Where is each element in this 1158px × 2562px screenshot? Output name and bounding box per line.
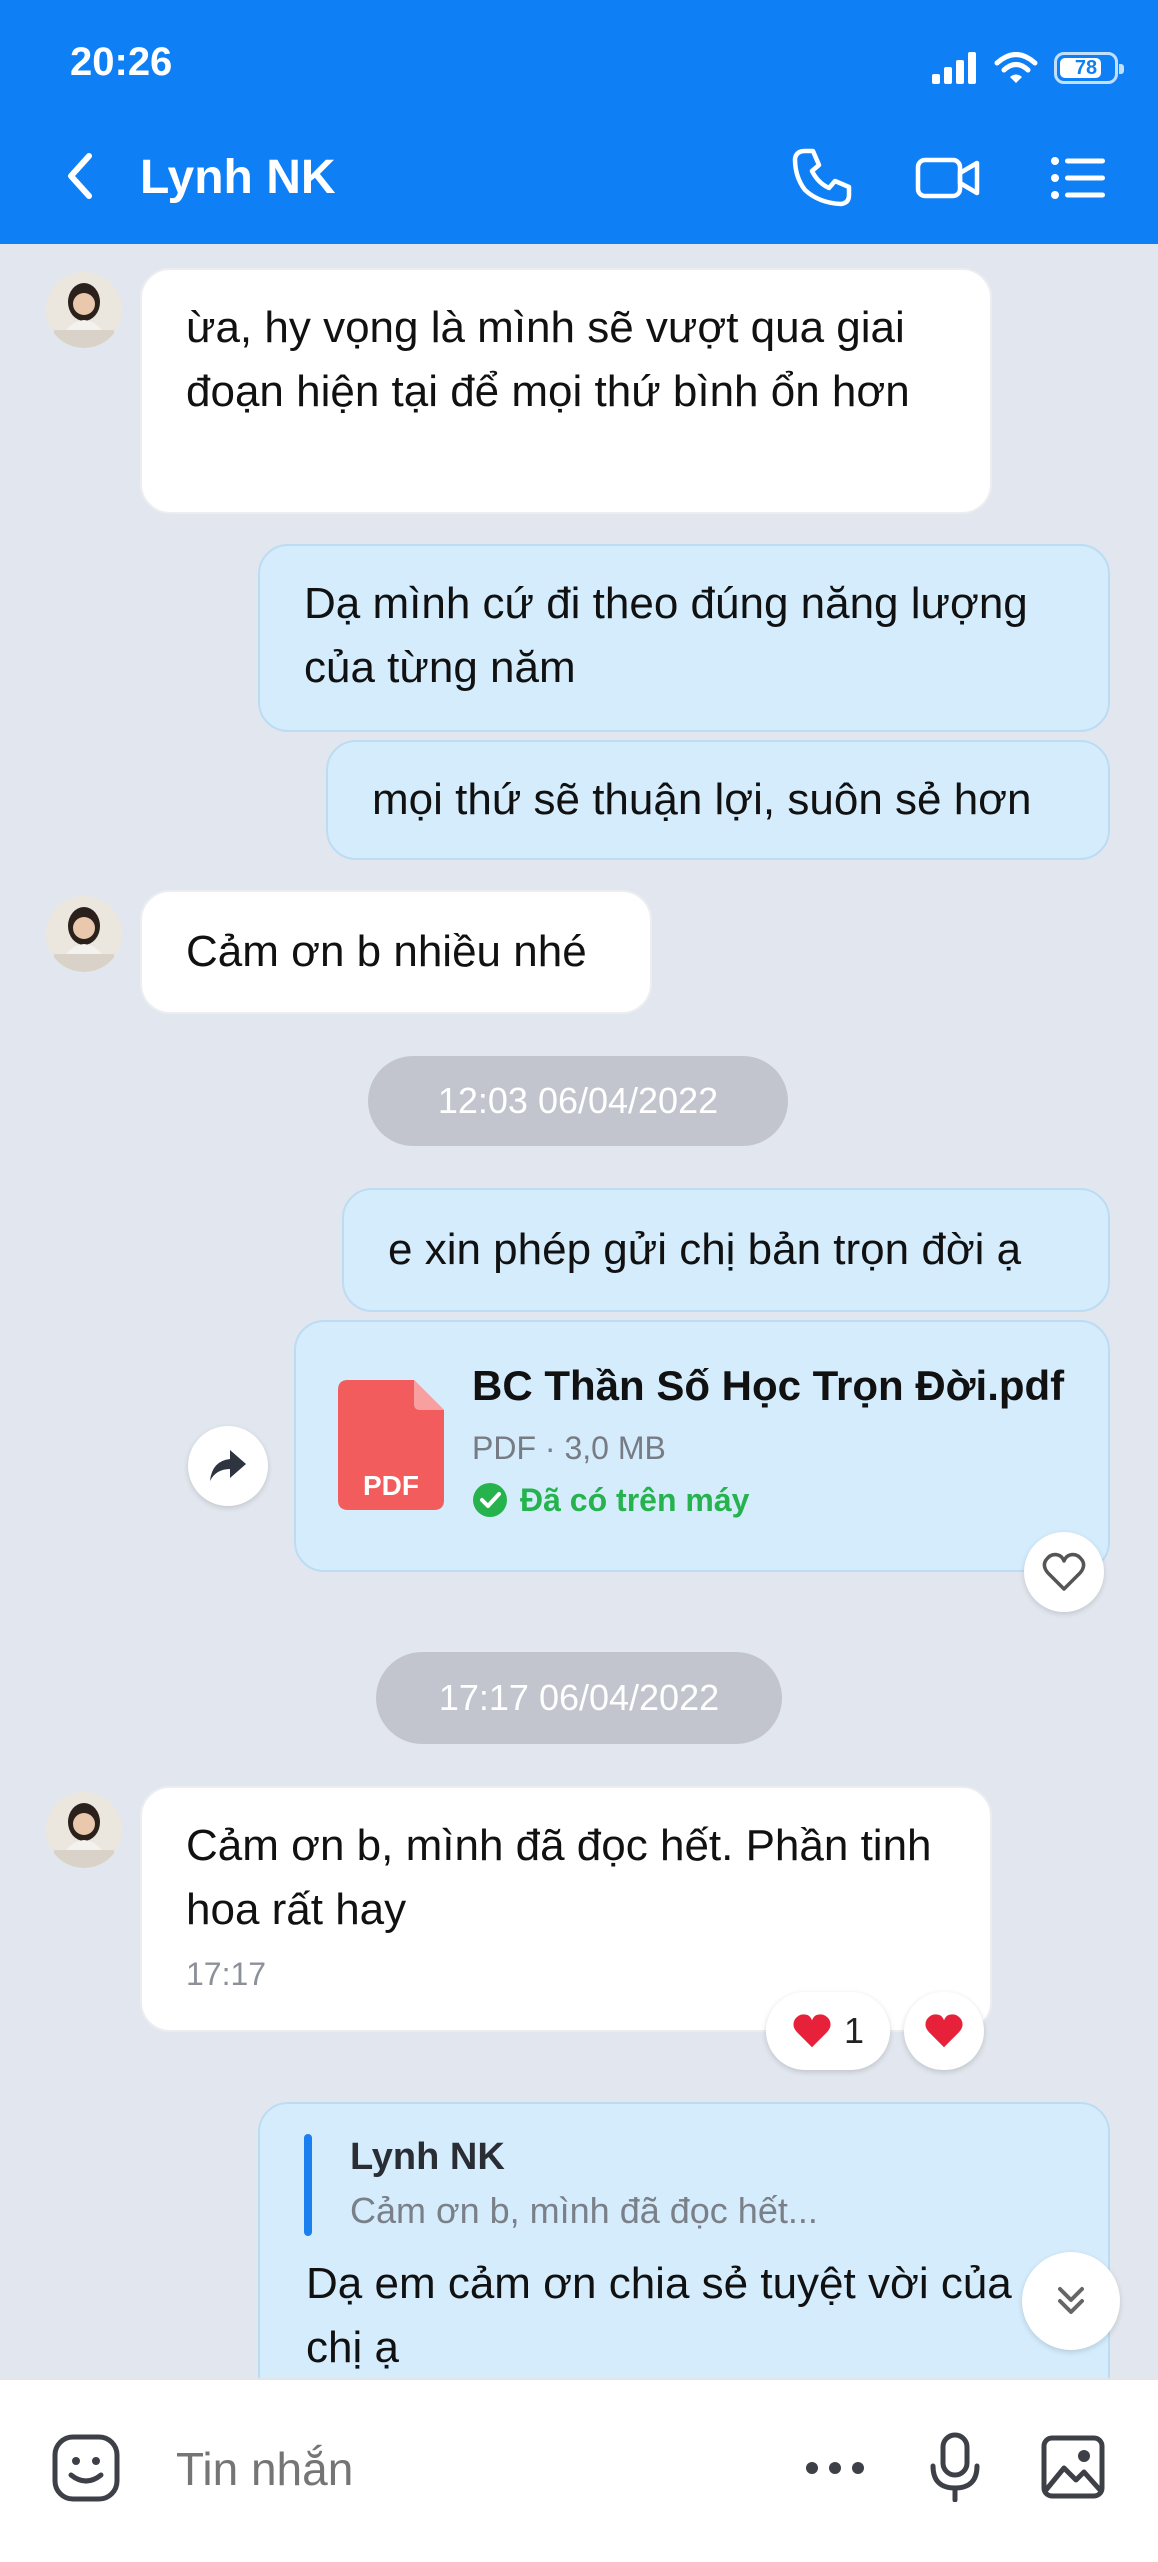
- video-call-button[interactable]: [912, 142, 984, 214]
- phone-icon: [792, 148, 852, 207]
- wifi-icon: [994, 52, 1038, 83]
- signal-icon: [932, 52, 976, 84]
- quote-author: Lynh NK: [350, 2136, 505, 2178]
- message-text: Dạ mình cứ đi theo đúng năng lượng của t…: [304, 579, 1028, 692]
- double-chevron-down-icon: [1058, 2287, 1084, 2314]
- file-status-text: Đã có trên máy: [520, 1482, 750, 1518]
- timestamp-text: 17:17 06/04/2022: [438, 1677, 720, 1718]
- chat-header: 20:26 78 Lynh NK: [0, 0, 1158, 244]
- message-text: Cảm ơn b nhiều nhé: [186, 927, 587, 976]
- scroll-to-bottom-button[interactable]: [1022, 2252, 1120, 2350]
- reaction-summary[interactable]: 1: [766, 1992, 890, 2070]
- timestamp-pill: 17:17 06/04/2022: [376, 1652, 782, 1744]
- file-download-status: Đã có trên máy: [472, 1478, 749, 1522]
- back-icon: [68, 153, 92, 199]
- more-button[interactable]: [790, 2430, 880, 2506]
- voice-message-button[interactable]: [912, 2424, 998, 2510]
- reaction-count: 1: [843, 2010, 865, 2051]
- file-name[interactable]: BC Thần Số Học Trọn Đời.pdf: [472, 1358, 1064, 1414]
- share-arrow-icon: [210, 1450, 246, 1481]
- react-button[interactable]: [1024, 1532, 1104, 1612]
- avatar-photo: [46, 1792, 122, 1868]
- sticker-icon: [52, 2434, 120, 2502]
- message-time: 17:17: [186, 1956, 267, 1992]
- message-text: Dạ em cảm ơn chia sẻ tuyệt vời của chị ạ: [306, 2259, 1012, 2372]
- quote-text: Cảm ơn b, mình đã đọc hết...: [350, 2190, 818, 2231]
- menu-list-icon: [1051, 157, 1105, 199]
- avatar[interactable]: [46, 272, 122, 348]
- sticker-button[interactable]: [46, 2428, 126, 2508]
- message-text: e xin phép gửi chị bản trọn đời ạ: [388, 1225, 1022, 1274]
- forward-button[interactable]: [188, 1426, 268, 1506]
- pdf-badge-label: PDF: [363, 1470, 419, 1501]
- message-input-bar: [0, 2378, 1158, 2562]
- message-bubble-outgoing[interactable]: e xin phép gửi chị bản trọn đời ạ: [342, 1188, 1110, 1312]
- heart-icon: [925, 2014, 963, 2048]
- heart-icon: [793, 2014, 831, 2048]
- battery-tip: [1119, 64, 1124, 74]
- message-bubble-outgoing[interactable]: Dạ mình cứ đi theo đúng năng lượng của t…: [258, 544, 1110, 732]
- heart-outline-icon: [1042, 1552, 1086, 1591]
- status-time: 20:26: [70, 40, 173, 84]
- message-text: Cảm ơn b, mình đã đọc hết. Phần tinh hoa…: [186, 1821, 932, 1934]
- check-circle-icon: [473, 1483, 507, 1517]
- timestamp-text: 12:03 06/04/2022: [437, 1080, 719, 1121]
- avatar-photo: [46, 896, 122, 972]
- avatar-photo: [46, 272, 122, 348]
- status-icons: 78: [932, 48, 1124, 88]
- microphone-icon: [930, 2432, 980, 2502]
- avatar[interactable]: [46, 896, 122, 972]
- call-button[interactable]: [786, 142, 858, 214]
- react-button[interactable]: [904, 1992, 984, 2070]
- message-bubble-incoming[interactable]: Cảm ơn b nhiều nhé: [140, 890, 652, 1014]
- image-icon: [1041, 2435, 1105, 2499]
- message-bubble-outgoing[interactable]: mọi thứ sẽ thuận lợi, suôn sẻ hơn: [326, 740, 1110, 860]
- chat-options-button[interactable]: [1042, 142, 1114, 214]
- timestamp-pill: 12:03 06/04/2022: [368, 1056, 788, 1146]
- battery-indicator: 78: [1054, 52, 1124, 84]
- avatar[interactable]: [46, 1792, 122, 1868]
- image-picker-button[interactable]: [1030, 2424, 1116, 2510]
- more-icon: [806, 2462, 864, 2474]
- message-input[interactable]: [174, 2432, 758, 2506]
- contact-name[interactable]: Lynh NK: [140, 150, 336, 205]
- back-button[interactable]: [50, 146, 110, 206]
- file-meta: PDF · 3,0 MB: [472, 1430, 666, 1466]
- message-text: mọi thứ sẽ thuận lợi, suôn sẻ hơn: [372, 775, 1032, 824]
- message-text: ừa, hy vọng là mình sẽ vượt qua giai đoạ…: [186, 303, 910, 416]
- file-message[interactable]: PDF BC Thần Số Học Trọn Đời.pdf PDF · 3,…: [294, 1320, 1110, 1572]
- battery-percent: 78: [1074, 56, 1098, 79]
- quote-bar: [304, 2134, 312, 2236]
- message-bubble-incoming[interactable]: ừa, hy vọng là mình sẽ vượt qua giai đoạ…: [140, 268, 992, 514]
- video-call-icon: [915, 157, 980, 199]
